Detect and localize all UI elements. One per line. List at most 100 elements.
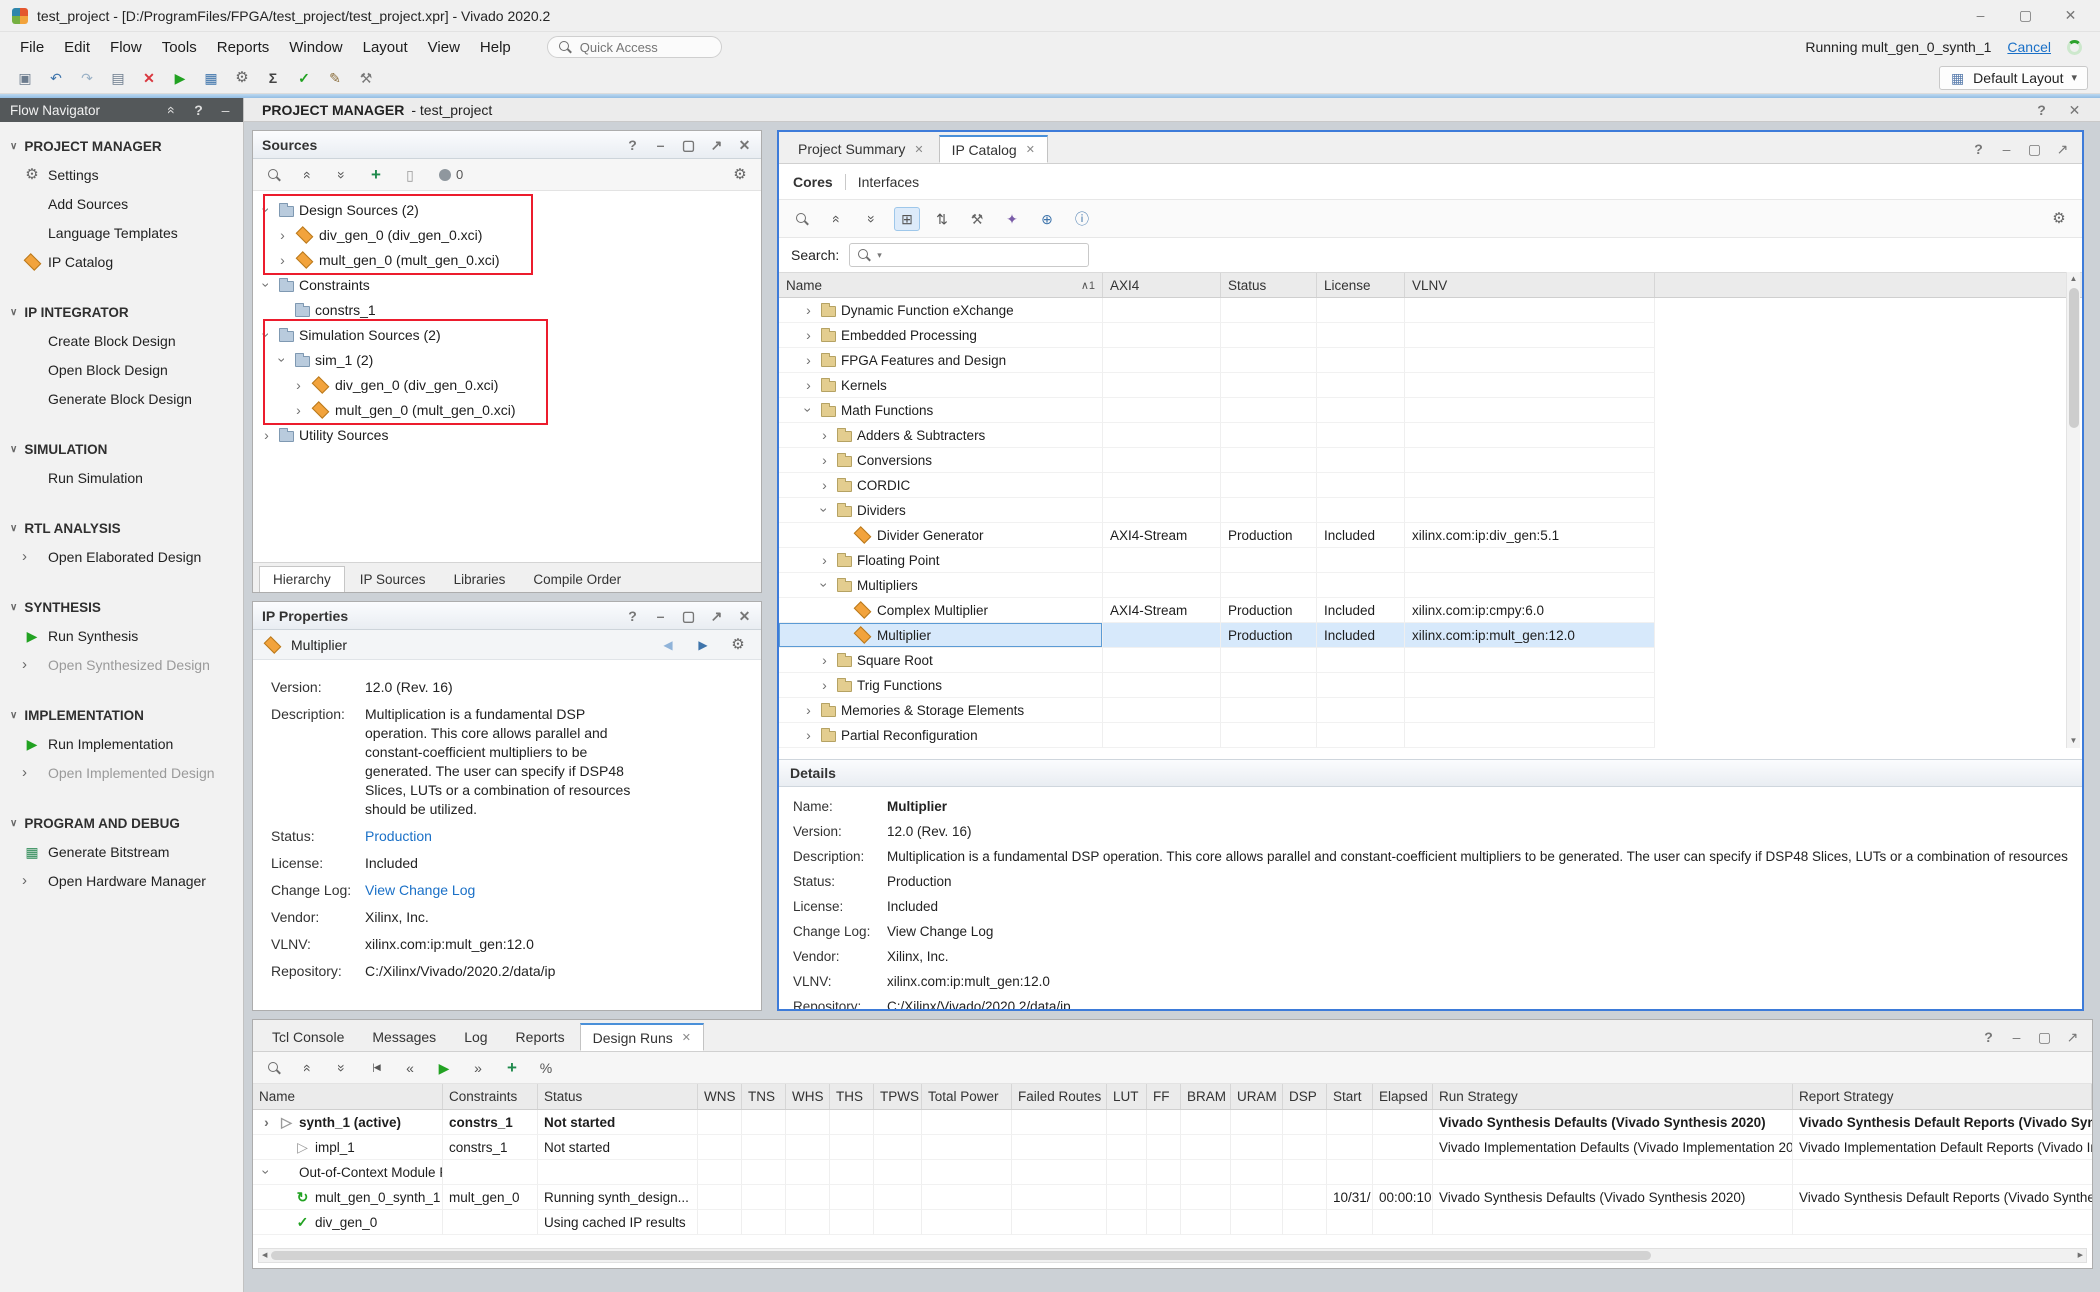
customize-icon[interactable] xyxy=(964,207,990,231)
tree-item[interactable]: Utility Sources xyxy=(253,422,761,447)
flow-nav-section-header[interactable]: ∨ RTL ANALYSIS xyxy=(0,514,243,542)
percent-icon[interactable] xyxy=(533,1056,559,1080)
column-header[interactable]: TPWS xyxy=(874,1084,922,1109)
column-header[interactable]: FF xyxy=(1147,1084,1181,1109)
search-icon[interactable] xyxy=(261,163,287,187)
tree-item[interactable]: Constraints xyxy=(253,272,761,297)
back-icon[interactable] xyxy=(655,633,681,657)
group-by-category-icon[interactable] xyxy=(894,207,920,231)
flow-nav-item[interactable]: › Open Elaborated Design xyxy=(0,542,243,571)
menu-item[interactable]: Help xyxy=(470,36,521,59)
flow-nav-item[interactable]: › Run Synthesis xyxy=(0,621,243,650)
expander-icon[interactable] xyxy=(817,677,832,693)
step-forward-icon[interactable] xyxy=(465,1056,491,1080)
menu-item[interactable]: Window xyxy=(279,36,352,59)
flow-nav-section-header[interactable]: ∨ IP INTEGRATOR xyxy=(0,298,243,326)
scroll-left-icon[interactable]: ◀ xyxy=(262,1249,267,1263)
settings-icon[interactable] xyxy=(725,633,751,657)
create-run-icon[interactable] xyxy=(499,1056,525,1080)
expander-icon[interactable] xyxy=(817,552,832,568)
expander-icon[interactable] xyxy=(275,352,290,368)
run-row[interactable]: synth_1 (active) constrs_1 Not started xyxy=(253,1110,2092,1135)
maximize-icon[interactable] xyxy=(709,608,724,623)
close-icon[interactable] xyxy=(737,608,752,623)
close-icon[interactable]: ✕ xyxy=(682,1031,691,1044)
flow-nav-item[interactable]: › Language Templates xyxy=(0,218,243,247)
column-header[interactable]: Failed Routes xyxy=(1012,1084,1107,1109)
flow-nav-item[interactable]: › IP Catalog xyxy=(0,247,243,276)
expander-icon[interactable] xyxy=(817,502,832,518)
minimize-icon[interactable] xyxy=(1999,142,2014,157)
catalog-row[interactable]: Square Root xyxy=(779,648,2082,673)
tree-item[interactable]: mult_gen_0 (mult_gen_0.xci) xyxy=(253,397,761,422)
property-value[interactable]: Production xyxy=(365,827,432,846)
column-header-vlnv[interactable]: VLNV xyxy=(1405,273,1655,297)
help-icon[interactable] xyxy=(625,608,640,623)
expander-icon[interactable] xyxy=(259,327,274,343)
sum-icon[interactable] xyxy=(260,66,286,90)
close-icon[interactable] xyxy=(737,137,752,152)
column-header-name[interactable]: Name ∧1 xyxy=(779,273,1103,297)
column-header-license[interactable]: License xyxy=(1317,273,1405,297)
expander-icon[interactable] xyxy=(817,427,832,443)
float-icon[interactable] xyxy=(2037,1030,2052,1045)
column-header[interactable]: THS xyxy=(830,1084,874,1109)
run-icon[interactable] xyxy=(431,1056,457,1080)
vertical-scrollbar[interactable]: ▲ ▼ xyxy=(2066,272,2080,748)
catalog-search-box[interactable]: ▾ xyxy=(849,243,1089,267)
float-icon[interactable] xyxy=(681,608,696,623)
settings-icon[interactable] xyxy=(229,66,255,90)
menu-item[interactable]: Tools xyxy=(152,36,207,59)
catalog-subtab[interactable]: Cores xyxy=(793,174,845,190)
minimize-icon[interactable] xyxy=(2009,1030,2024,1045)
run-row[interactable]: div_gen_0 Using cached IP results xyxy=(253,1210,2092,1235)
expander-icon[interactable] xyxy=(801,402,816,418)
help-icon[interactable] xyxy=(625,137,640,152)
close-icon[interactable]: ✕ xyxy=(914,143,923,156)
run-row[interactable]: impl_1 constrs_1 Not started xyxy=(253,1135,2092,1160)
save-icon[interactable] xyxy=(12,66,38,90)
editor-tab[interactable]: IP Catalog ✕ xyxy=(939,135,1048,163)
expander-icon[interactable] xyxy=(259,277,274,293)
undo-icon[interactable] xyxy=(43,66,69,90)
minimize-icon[interactable] xyxy=(653,608,668,623)
sources-tab[interactable]: Compile Order xyxy=(520,566,634,592)
scrollbar-thumb[interactable] xyxy=(271,1251,1651,1260)
catalog-row[interactable]: Memories & Storage Elements xyxy=(779,698,2082,723)
flow-nav-item[interactable]: › Open Implemented Design xyxy=(0,758,243,787)
catalog-row[interactable]: FPGA Features and Design xyxy=(779,348,2082,373)
layout-selector[interactable]: Default Layout ▾ xyxy=(1939,66,2088,90)
maximize-icon[interactable] xyxy=(2065,1030,2080,1045)
expander-icon[interactable] xyxy=(817,452,832,468)
column-header[interactable]: URAM xyxy=(1231,1084,1283,1109)
column-header[interactable]: WNS xyxy=(698,1084,742,1109)
column-header-axi4[interactable]: AXI4 xyxy=(1103,273,1221,297)
expander-icon[interactable] xyxy=(259,1164,274,1180)
copy-icon[interactable] xyxy=(105,66,131,90)
expander-icon[interactable] xyxy=(801,302,816,318)
minimize-icon[interactable] xyxy=(653,137,668,152)
maximize-icon[interactable] xyxy=(709,137,724,152)
flow-nav-section-header[interactable]: ∨ IMPLEMENTATION xyxy=(0,701,243,729)
tree-item[interactable]: Simulation Sources (2) xyxy=(253,322,761,347)
forward-icon[interactable] xyxy=(690,633,716,657)
tree-item[interactable]: Design Sources (2) xyxy=(253,197,761,222)
scrollbar-thumb[interactable] xyxy=(2069,288,2079,428)
tree-item[interactable]: sim_1 (2) xyxy=(253,347,761,372)
catalog-subtab[interactable]: Interfaces xyxy=(845,174,931,190)
console-tab[interactable]: Messages ✕ xyxy=(359,1023,449,1051)
run-row[interactable]: Out-of-Context Module Runs xyxy=(253,1160,2092,1185)
catalog-row[interactable]: CORDIC xyxy=(779,473,2082,498)
help-icon[interactable] xyxy=(1971,142,1986,157)
expander-icon[interactable] xyxy=(801,727,816,743)
column-header[interactable]: BRAM xyxy=(1181,1084,1231,1109)
column-header[interactable]: LUT xyxy=(1107,1084,1147,1109)
catalog-search-input[interactable] xyxy=(887,248,1081,263)
catalog-row[interactable]: Dividers xyxy=(779,498,2082,523)
expander-icon[interactable] xyxy=(275,227,290,243)
help-icon[interactable] xyxy=(191,103,206,118)
float-icon[interactable] xyxy=(2027,142,2042,157)
expander-icon[interactable] xyxy=(291,377,306,393)
console-tab[interactable]: Reports ✕ xyxy=(503,1023,578,1051)
flow-nav-item[interactable]: › Generate Bitstream xyxy=(0,837,243,866)
